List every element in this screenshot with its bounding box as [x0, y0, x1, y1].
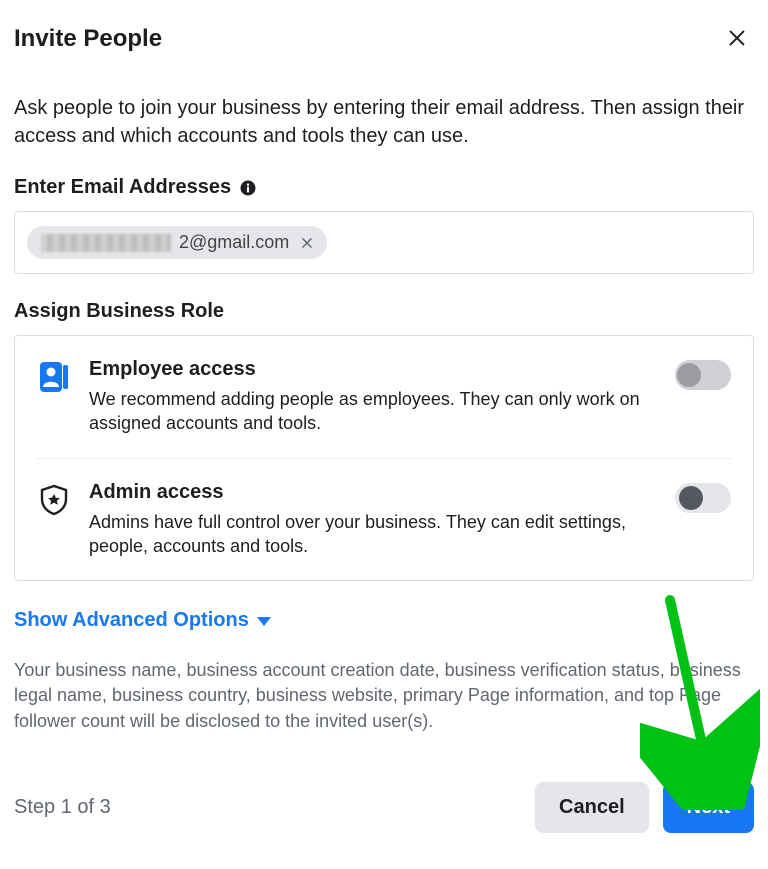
- employee-badge-icon: [37, 360, 71, 394]
- toggle-knob: [677, 363, 701, 387]
- show-advanced-options-button[interactable]: Show Advanced Options: [14, 599, 271, 636]
- toggle-knob: [679, 486, 703, 510]
- email-chip-suffix: 2@gmail.com: [179, 232, 289, 253]
- modal-title: Invite People: [14, 25, 162, 53]
- email-chip: 2@gmail.com: [27, 226, 327, 259]
- invite-people-modal: Invite People Ask people to join your bu…: [0, 0, 768, 857]
- cancel-button[interactable]: Cancel: [535, 782, 649, 833]
- caret-down-icon: [257, 617, 271, 626]
- admin-title: Admin access: [89, 481, 647, 504]
- role-row-employee: Employee access We recommend adding peop…: [37, 336, 731, 458]
- remove-chip-button[interactable]: [297, 233, 317, 253]
- employee-desc: We recommend adding people as employees.…: [89, 387, 647, 436]
- admin-desc: Admins have full control over your busin…: [89, 510, 647, 559]
- employee-toggle[interactable]: [675, 360, 731, 390]
- admin-text: Admin access Admins have full control ov…: [89, 481, 657, 559]
- modal-description: Ask people to join your business by ente…: [14, 94, 754, 150]
- disclosure-text: Your business name, business account cre…: [14, 658, 754, 734]
- modal-footer: Step 1 of 3 Cancel Next: [14, 782, 754, 833]
- next-button[interactable]: Next: [663, 782, 754, 833]
- employee-title: Employee access: [89, 358, 647, 381]
- admin-toggle[interactable]: [675, 483, 731, 513]
- footer-buttons: Cancel Next: [535, 782, 754, 833]
- admin-shield-icon: [37, 483, 71, 517]
- close-button[interactable]: [720, 22, 754, 56]
- modal-header: Invite People: [14, 14, 754, 66]
- email-section-label: Enter Email Addresses: [14, 176, 754, 199]
- redacted-text: [41, 234, 171, 252]
- step-indicator: Step 1 of 3: [14, 796, 111, 819]
- role-section-label: Assign Business Role: [14, 300, 754, 323]
- roles-box: Employee access We recommend adding peop…: [14, 335, 754, 581]
- close-icon: [726, 27, 748, 52]
- info-icon[interactable]: [239, 179, 257, 197]
- role-row-admin: Admin access Admins have full control ov…: [37, 458, 731, 581]
- email-input[interactable]: 2@gmail.com: [14, 211, 754, 274]
- employee-text: Employee access We recommend adding peop…: [89, 358, 657, 436]
- email-label-text: Enter Email Addresses: [14, 176, 231, 199]
- advanced-label: Show Advanced Options: [14, 609, 249, 632]
